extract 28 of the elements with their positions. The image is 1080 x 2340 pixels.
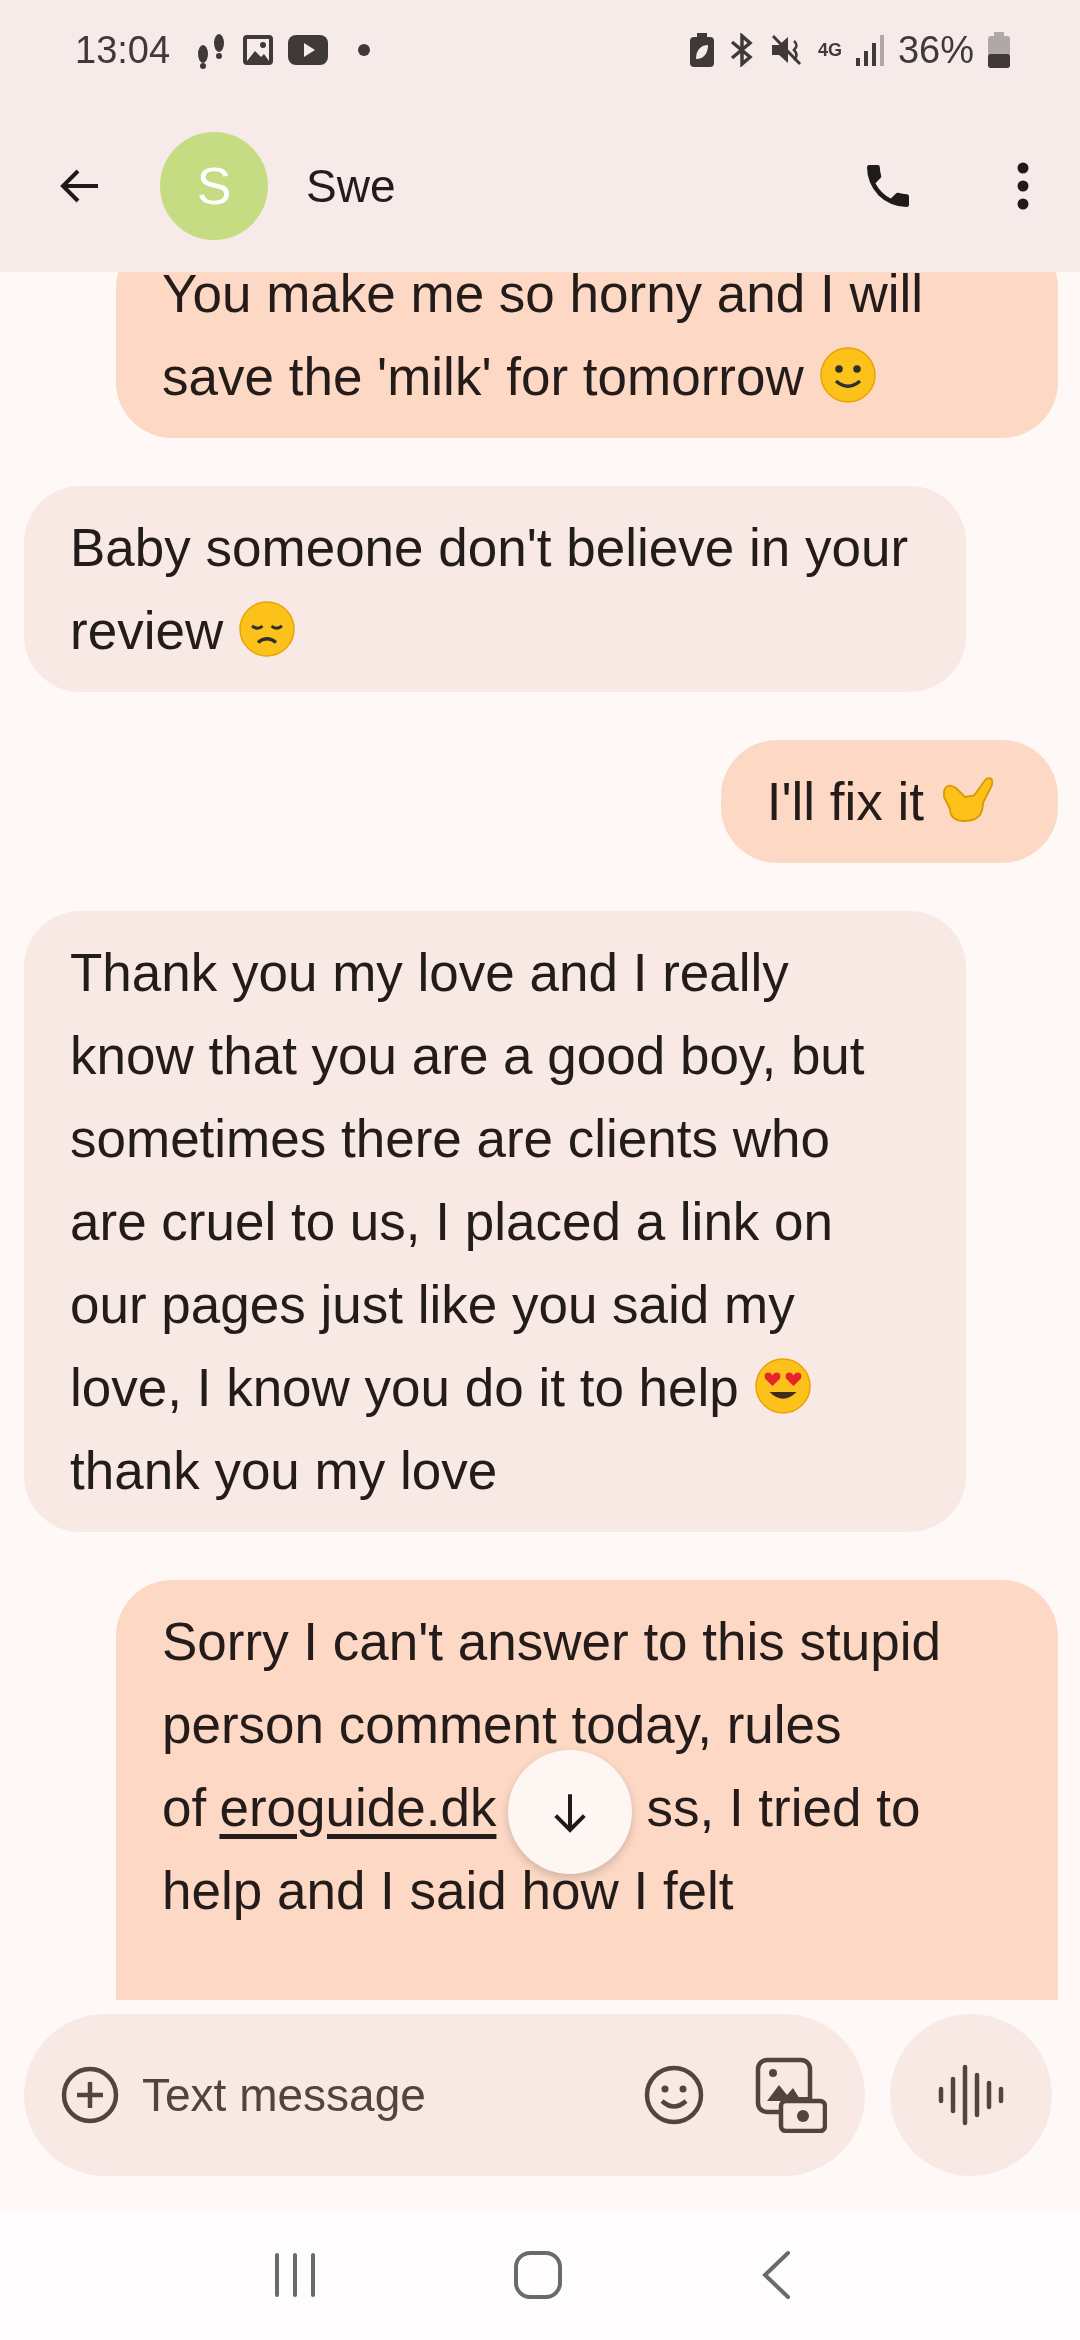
notification-dot-icon	[358, 44, 371, 56]
battery-icon	[988, 32, 1010, 68]
message-bubble: Thank you my love and I really know that you are a good boy, but sometimes there are clients who are cruel to us, I placed a link on our pages just like you said my love, I know you do it to help thank you my love	[24, 911, 966, 1532]
video-icon	[288, 35, 329, 65]
message-bubble: Sorry I can't answer to this stupid person comment today, rules of eroguide.dk ss, I tried to help and I said how I felt	[116, 1580, 1058, 2000]
battery-percentage: 36%	[897, 28, 974, 72]
image-icon	[242, 34, 275, 66]
recent-apps-icon[interactable]	[273, 2251, 318, 2299]
heart-eyes-emoji-icon	[752, 1356, 813, 1416]
message-bubble: Baby someone don't believe in your review	[24, 486, 966, 692]
network-type: 4G	[817, 41, 842, 59]
message-input-field[interactable]: Text message	[142, 2068, 621, 2122]
battery-saver-icon	[689, 33, 714, 67]
home-icon[interactable]	[513, 2250, 564, 2300]
emoji-icon[interactable]	[643, 2064, 705, 2126]
status-time: 13:04	[75, 28, 171, 72]
message-bubble: You make me so horny and I will save the 'milk' for tomorrow	[116, 272, 1058, 438]
contact-name[interactable]: Swe	[306, 159, 396, 213]
gallery-camera-icon[interactable]	[755, 2057, 827, 2133]
mute-icon	[769, 33, 804, 67]
sad-face-emoji-icon	[237, 599, 298, 659]
signal-icon	[855, 34, 884, 66]
add-icon[interactable]	[60, 2065, 120, 2125]
smiling-face-emoji-icon	[817, 345, 878, 405]
message-bubble: I'll fix it	[720, 740, 1058, 863]
more-options-icon[interactable]	[1016, 161, 1030, 211]
back-arrow-icon[interactable]	[60, 168, 100, 204]
waveform-icon	[936, 2063, 1006, 2127]
